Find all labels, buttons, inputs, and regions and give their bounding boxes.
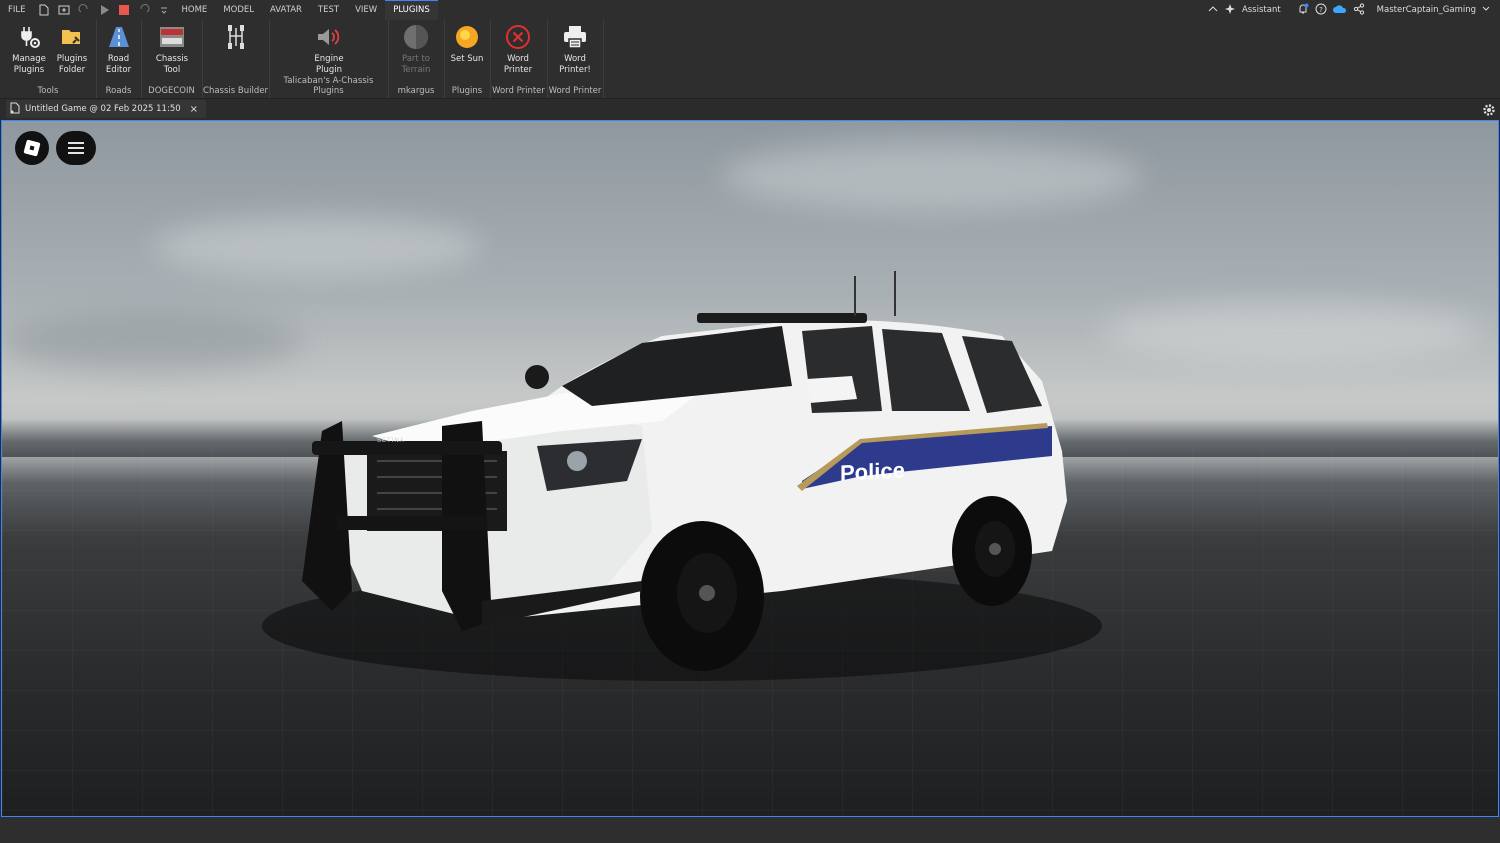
group-label-talicaban: Talicaban's A-Chassis Plugins bbox=[283, 76, 374, 96]
bottom-bar bbox=[0, 817, 1500, 843]
engine-plugin-button[interactable]: Engine Plugin bbox=[309, 24, 349, 76]
chevron-down-icon[interactable] bbox=[1482, 5, 1490, 15]
folder-plug-icon bbox=[59, 24, 85, 50]
assistant-button[interactable]: Assistant bbox=[1242, 5, 1281, 15]
chassis-tool-label: Chassis Tool bbox=[155, 54, 189, 75]
plugins-ribbon: Manage Plugins Plugins Folder Tools Road… bbox=[0, 20, 1500, 99]
help-icon[interactable]: ? bbox=[1315, 3, 1327, 18]
file-menu[interactable]: FILE bbox=[0, 0, 34, 20]
group-label-plugins: Plugins bbox=[451, 86, 483, 96]
tab-view[interactable]: VIEW bbox=[347, 0, 385, 20]
engine-speaker-icon bbox=[316, 24, 342, 50]
group-talicaban-plugins: Engine Plugin Talicaban's A-Chassis Plug… bbox=[269, 20, 389, 98]
printer-icon bbox=[562, 24, 588, 50]
word-printer-exclaim-label: Word Printer! bbox=[559, 54, 591, 75]
document-tab-title: Untitled Game @ 02 Feb 2025 11:50 bbox=[25, 104, 181, 114]
group-word-printer-1: Word Printer Word Printer bbox=[490, 20, 548, 98]
terrain-sphere-icon bbox=[403, 24, 429, 50]
chassis-tool-icon bbox=[159, 24, 185, 50]
sun-icon bbox=[454, 24, 480, 50]
close-circle-icon bbox=[505, 24, 531, 50]
plug-gear-icon bbox=[16, 24, 42, 50]
group-chassis-builder: Chassis Builder bbox=[202, 20, 270, 98]
top-right-tools: Assistant ? MasterCaptain_Gaming bbox=[1208, 0, 1490, 20]
document-icon bbox=[10, 102, 20, 117]
road-editor-label: Road Editor bbox=[105, 54, 132, 75]
set-sun-label: Set Sun bbox=[450, 54, 484, 64]
group-roads: Road Editor Roads bbox=[96, 20, 142, 98]
word-printer-label: Word Printer bbox=[503, 54, 533, 75]
group-plugins: Set Sun Plugins bbox=[444, 20, 491, 98]
play-icon[interactable] bbox=[97, 3, 111, 17]
tab-avatar[interactable]: AVATAR bbox=[262, 0, 310, 20]
chassis-builder-button[interactable] bbox=[223, 24, 249, 54]
group-label-roads: Roads bbox=[105, 86, 132, 96]
new-file-icon[interactable] bbox=[37, 3, 51, 17]
chassis-frame-icon bbox=[223, 24, 249, 50]
username[interactable]: MasterCaptain_Gaming bbox=[1377, 5, 1476, 15]
police-door-text: Police bbox=[840, 457, 905, 486]
close-tab-icon[interactable]: × bbox=[190, 104, 198, 115]
manage-plugins-label: Manage Plugins bbox=[12, 54, 46, 75]
group-label-mkargus: mkargus bbox=[397, 86, 435, 96]
group-label-chassis-builder: Chassis Builder bbox=[203, 86, 268, 96]
document-tab[interactable]: Untitled Game @ 02 Feb 2025 11:50 × bbox=[6, 100, 207, 118]
cloud-icon[interactable] bbox=[1332, 4, 1347, 17]
tab-plugins[interactable]: PLUGINS bbox=[385, 0, 438, 21]
svg-text:?: ? bbox=[1319, 6, 1323, 14]
document-tab-row: Untitled Game @ 02 Feb 2025 11:50 × bbox=[0, 99, 1500, 119]
tab-test[interactable]: TEST bbox=[310, 0, 347, 20]
collapse-ribbon-icon[interactable] bbox=[1208, 5, 1218, 16]
group-tools: Manage Plugins Plugins Folder Tools bbox=[0, 20, 97, 98]
road-icon bbox=[106, 24, 132, 50]
group-label-word-printer-1: Word Printer bbox=[492, 86, 545, 96]
group-label-tools: Tools bbox=[37, 86, 59, 96]
part-to-terrain-label: Part to Terrain bbox=[401, 54, 431, 75]
hamburger-menu-button[interactable] bbox=[56, 131, 96, 165]
customize-toolbar-icon[interactable] bbox=[157, 3, 171, 17]
plugins-folder-label: Plugins Folder bbox=[56, 54, 88, 75]
open-icon[interactable] bbox=[57, 3, 71, 17]
road-editor-button[interactable]: Road Editor bbox=[98, 24, 139, 76]
group-dogecoin: Chassis Tool DOGECOIN bbox=[141, 20, 203, 98]
hamburger-icon bbox=[68, 142, 84, 154]
word-printer-button[interactable]: Word Printer bbox=[498, 24, 538, 76]
game-viewport[interactable]: Police SETINA bbox=[1, 120, 1499, 817]
roblox-logo-button[interactable] bbox=[15, 131, 49, 165]
assistant-icon[interactable] bbox=[1224, 3, 1236, 18]
tab-model[interactable]: MODEL bbox=[215, 0, 262, 20]
share-icon[interactable] bbox=[1353, 2, 1365, 18]
undo-icon[interactable] bbox=[137, 3, 151, 17]
part-to-terrain-button[interactable]: Part to Terrain bbox=[396, 24, 436, 76]
word-printer-exclaim-button[interactable]: Word Printer! bbox=[555, 24, 595, 76]
group-label-dogecoin: DOGECOIN bbox=[148, 86, 195, 96]
manage-plugins-button[interactable]: Manage Plugins bbox=[8, 24, 50, 76]
group-word-printer-2: Word Printer! Word Printer bbox=[547, 20, 604, 98]
tab-home[interactable]: HOME bbox=[174, 0, 216, 20]
set-sun-button[interactable]: Set Sun bbox=[447, 24, 487, 65]
plugins-folder-button[interactable]: Plugins Folder bbox=[52, 24, 92, 76]
redo-icon[interactable] bbox=[77, 3, 91, 17]
chassis-tool-button[interactable]: Chassis Tool bbox=[150, 24, 194, 76]
notification-icon[interactable] bbox=[1297, 3, 1309, 18]
group-mkargus: Part to Terrain mkargus bbox=[388, 20, 445, 98]
menu-bar: FILE HOME MODEL AVATAR TEST VIEW PLUGINS… bbox=[0, 0, 1500, 21]
gear-icon[interactable] bbox=[1482, 102, 1496, 116]
engine-plugin-label: Engine Plugin bbox=[314, 54, 344, 75]
group-label-word-printer-2: Word Printer bbox=[548, 86, 602, 96]
police-suv-model[interactable] bbox=[2, 121, 1498, 816]
bumper-brand-text: SETINA bbox=[377, 438, 405, 444]
stop-icon[interactable] bbox=[117, 3, 131, 17]
roblox-logo-icon bbox=[23, 139, 41, 157]
